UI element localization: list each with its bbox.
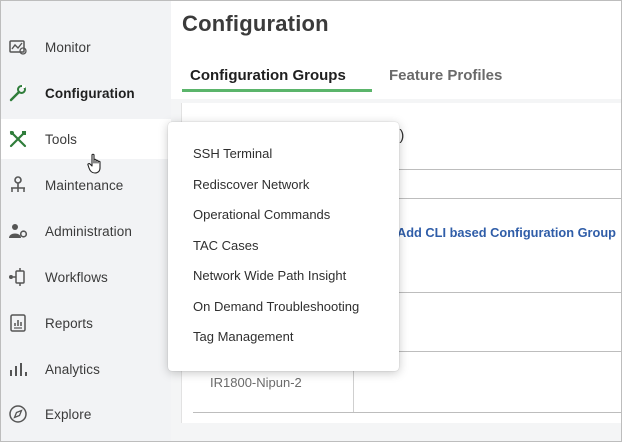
reports-icon [7, 312, 29, 334]
monitor-icon [7, 36, 29, 58]
workflows-icon [7, 266, 29, 288]
sidebar-item-label: Analytics [45, 361, 100, 377]
sidebar-item-label: Workflows [45, 269, 108, 285]
sidebar-item-explore[interactable]: Explore [1, 394, 171, 434]
menu-item-on-demand-troubleshooting[interactable]: On Demand Troubleshooting [193, 299, 359, 314]
analytics-icon [7, 358, 29, 380]
menu-item-tac-cases[interactable]: TAC Cases [193, 238, 259, 253]
sidebar-item-analytics[interactable]: Analytics [1, 349, 171, 389]
sidebar-item-reports[interactable]: Reports [1, 303, 171, 343]
sidebar-item-tools[interactable]: Tools [1, 119, 171, 159]
sidebar-item-label: Configuration [45, 85, 135, 101]
sidebar-item-administration[interactable]: Administration [1, 211, 171, 251]
active-tab-indicator [182, 89, 372, 92]
add-cli-config-group-link[interactable]: Add CLI based Configuration Group [397, 225, 616, 240]
menu-item-rediscover-network[interactable]: Rediscover Network [193, 177, 309, 192]
maintenance-icon [7, 174, 29, 196]
sidebar-item-label: Explore [45, 406, 92, 422]
sidebar-item-configuration[interactable]: Configuration [1, 73, 171, 113]
menu-item-operational-commands[interactable]: Operational Commands [193, 207, 330, 222]
hand-cursor-icon [87, 153, 101, 174]
tools-dropdown-menu: SSH Terminal Rediscover Network Operatio… [168, 122, 399, 371]
tab-feature-profiles[interactable]: Feature Profiles [389, 67, 502, 84]
sidebar-item-label: Maintenance [45, 177, 124, 193]
menu-item-network-wide-path-insight[interactable]: Network Wide Path Insight [193, 268, 346, 283]
tab-bar: Configuration Groups Feature Profiles [171, 59, 621, 93]
sidebar-item-workflows[interactable]: Workflows [1, 257, 171, 297]
sidebar-item-label: Reports [45, 315, 93, 331]
sidebar-item-maintenance[interactable]: Maintenance [1, 165, 171, 205]
sidebar-item-label: Administration [45, 223, 132, 239]
app-window: Monitor Configuration Tools Maintenance [0, 0, 622, 442]
sidebar-item-monitor[interactable]: Monitor [1, 27, 171, 67]
administration-icon [7, 220, 29, 242]
menu-item-ssh-terminal[interactable]: SSH Terminal [193, 146, 272, 161]
device-name: IR1800-Nipun-2 [210, 375, 302, 390]
sidebar-item-label: Tools [45, 131, 78, 147]
sidebar-item-label: Monitor [45, 39, 91, 55]
tools-icon [7, 128, 29, 150]
menu-item-tag-management[interactable]: Tag Management [193, 329, 293, 344]
explore-icon [7, 403, 29, 425]
configuration-icon [7, 82, 29, 104]
tab-configuration-groups[interactable]: Configuration Groups [190, 67, 346, 84]
sidebar: Monitor Configuration Tools Maintenance [1, 1, 171, 441]
divider [193, 412, 621, 413]
page-title: Configuration [182, 11, 329, 36]
